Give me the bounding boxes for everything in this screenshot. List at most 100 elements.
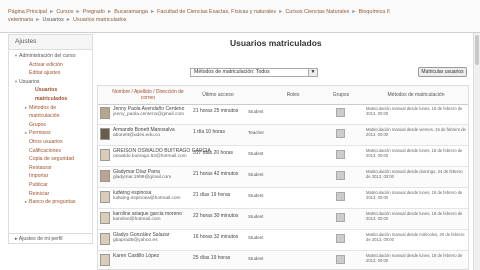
breadcrumb-separator-icon: ► xyxy=(106,9,113,15)
sidebar-item[interactable]: ▸ Banco de preguntas xyxy=(9,198,92,207)
breadcrumb-item[interactable]: Pregrado xyxy=(83,9,105,15)
sidebar-item-label: Publicar xyxy=(29,181,48,188)
header-last-access[interactable]: Último acceso xyxy=(193,92,243,98)
sidebar-item-profile-settings[interactable]: ▸ Ajustes de mi perfil xyxy=(9,233,92,243)
sidebar-item[interactable]: matriculación xyxy=(9,112,92,121)
breadcrumb-item[interactable]: Usuarios xyxy=(43,17,64,23)
sidebar-item-label: matriculación xyxy=(29,113,60,120)
sidebar-item[interactable]: Copia de seguridad xyxy=(9,155,92,164)
sidebar-item[interactable]: Editar ajustes xyxy=(9,69,92,78)
sidebar-item[interactable]: Grupos xyxy=(9,121,92,130)
role-label: Student xyxy=(248,256,264,261)
sidebar-item-label: matriculados xyxy=(35,95,68,102)
table-row: GREISON OSWALDO BUITRAGO GARCIA oswaldo.b… xyxy=(98,146,468,167)
last-access: 16 horas 32 minutos xyxy=(193,234,239,240)
page-scrollbar[interactable] xyxy=(473,33,480,270)
add-group-icon[interactable] xyxy=(336,150,345,159)
add-group-icon[interactable] xyxy=(336,234,345,243)
sidebar-item-label: Restaurar xyxy=(29,164,52,171)
sidebar-item-label: Banco de preguntas xyxy=(29,199,76,206)
sidebar-item[interactable]: Publicar xyxy=(9,181,92,190)
add-group-icon[interactable] xyxy=(336,213,345,222)
breadcrumb-item[interactable]: Usuarios matriculados xyxy=(73,17,126,23)
sidebar-item-label: Copia de seguridad xyxy=(29,156,74,163)
sidebar-item[interactable]: Otros usuarios xyxy=(9,138,92,147)
sidebar-item-label: Importar xyxy=(29,173,49,180)
breadcrumb-separator-icon: ► xyxy=(351,9,357,15)
user-email: gladymar.1998@gmail.com xyxy=(113,175,172,180)
sidebar-title: Ajustes xyxy=(9,35,92,50)
table-row: Jenny Paola Avendaño Centeno jenny_paola.… xyxy=(98,104,468,125)
role-label: Student xyxy=(248,214,264,219)
sidebar-item[interactable]: Activar edición xyxy=(9,61,92,70)
header-enrolment-methods: Métodos de matriculación xyxy=(387,92,445,98)
breadcrumb-separator-icon: ► xyxy=(278,9,284,15)
sidebar-item-label: Activar edición xyxy=(29,61,63,68)
breadcrumb-item[interactable]: Página Principal xyxy=(8,9,47,15)
table-row: karoline ariaque garcia moreno karoline@h… xyxy=(98,209,468,230)
enrolment-method: Matriculación manual desde lunes, 18 de … xyxy=(366,190,463,201)
sidebar-item[interactable]: matriculados xyxy=(9,95,92,104)
breadcrumb-separator-icon: ► xyxy=(35,17,41,23)
table-row: Armando Bonett Manosalva abonett@udes.edu… xyxy=(98,125,468,146)
avatar[interactable] xyxy=(100,149,110,161)
role-label: Student xyxy=(248,172,264,177)
user-name-link[interactable]: Karen Castillo López xyxy=(113,253,159,259)
sidebar-item: ▾ Administración del curso xyxy=(9,52,92,61)
user-email: ludwing.espinosa@hotmail.com xyxy=(113,196,181,201)
add-group-icon[interactable] xyxy=(336,255,345,264)
last-access: 22 horas 30 minutos xyxy=(193,213,239,219)
sidebar-item[interactable]: Restaurar xyxy=(9,164,92,173)
chevron-down-icon: ▼ xyxy=(308,69,317,76)
sidebar-item[interactable]: ▸ Permisos xyxy=(9,129,92,138)
user-email: karoline@hotmail.com xyxy=(113,217,161,222)
breadcrumb-item[interactable]: Bucaramanga xyxy=(114,9,148,15)
avatar[interactable] xyxy=(100,170,110,182)
settings-sidebar: Ajustes ▾ Administración del curso Activar… xyxy=(8,34,93,244)
breadcrumb-item[interactable]: Cursos xyxy=(56,9,73,15)
sidebar-item[interactable]: Usuarios xyxy=(9,86,92,95)
sidebar-item[interactable]: Calificaciones xyxy=(9,147,92,156)
sidebar-item[interactable]: ▸ Métodos de xyxy=(9,104,92,113)
avatar[interactable] xyxy=(100,254,110,266)
avatar[interactable] xyxy=(100,212,110,224)
page-title: Usuarios matriculados xyxy=(230,38,322,48)
avatar[interactable] xyxy=(100,233,110,245)
role-label: Student xyxy=(248,109,264,114)
avatar[interactable] xyxy=(100,191,110,203)
header-name[interactable]: Nombre / Apellido / Dirección de correo xyxy=(108,89,188,101)
sidebar-item-label: Administración del curso xyxy=(19,53,76,59)
avatar[interactable] xyxy=(100,107,110,119)
add-group-icon[interactable] xyxy=(336,129,345,138)
last-access: 21 horas 42 minutos xyxy=(193,171,239,177)
add-group-icon[interactable] xyxy=(336,171,345,180)
sidebar-item: ▾ Usuarios xyxy=(9,78,92,87)
breadcrumb-separator-icon: ► xyxy=(75,9,81,15)
enrolment-method-select[interactable]: Métodos de matriculación: Todos ▼ xyxy=(190,68,318,77)
sidebar-item-label: Ajustes de mi perfil xyxy=(18,236,63,242)
add-group-icon[interactable] xyxy=(336,108,345,117)
breadcrumb-item[interactable]: Cursos Ciencias Naturales xyxy=(285,9,349,15)
sidebar-item-label: Editar ajustes xyxy=(29,70,61,77)
enrolled-users-table: Nombre / Apellido / Dirección de correo … xyxy=(97,85,469,270)
enrolment-method: Matriculación manual desde domingo, 24 d… xyxy=(366,169,463,180)
enrolment-method: Matriculación manual desde lunes, 18 de … xyxy=(366,253,463,264)
sidebar-item-label: Usuarios xyxy=(19,78,40,85)
enrol-users-button[interactable]: Matricular usuarios xyxy=(418,67,467,77)
last-access: 25 días 19 horas xyxy=(193,255,231,261)
enrolment-method: Matriculación manual desde viernes, 15 d… xyxy=(366,127,466,138)
add-group-icon[interactable] xyxy=(336,192,345,201)
scrollbar-thumb[interactable] xyxy=(475,35,479,65)
table-row: Gladymar Díaz Parra gladymar.1998@gmail.c… xyxy=(98,167,468,188)
avatar[interactable] xyxy=(100,128,110,140)
header-groups: Grupos xyxy=(332,92,350,98)
enrolment-method: Matriculación manual desde miércoles, 20… xyxy=(366,232,465,243)
sidebar-menu: ▾ Administración del curso Activar edición… xyxy=(9,50,92,207)
sidebar-item[interactable]: Importar xyxy=(9,172,92,181)
enrolment-method: Matriculación manual desde lunes, 18 de … xyxy=(366,106,463,117)
breadcrumb-item[interactable]: Facultad de Ciencias Exactas, Físicas y … xyxy=(157,9,276,15)
sidebar-item[interactable]: Reiniciar xyxy=(9,190,92,199)
select-value: Métodos de matriculación: Todos xyxy=(194,69,270,75)
table-row: ludwing espinosa ludwing.espinosa@hotmail… xyxy=(98,188,468,209)
sidebar-item-label: Reiniciar xyxy=(29,190,50,197)
